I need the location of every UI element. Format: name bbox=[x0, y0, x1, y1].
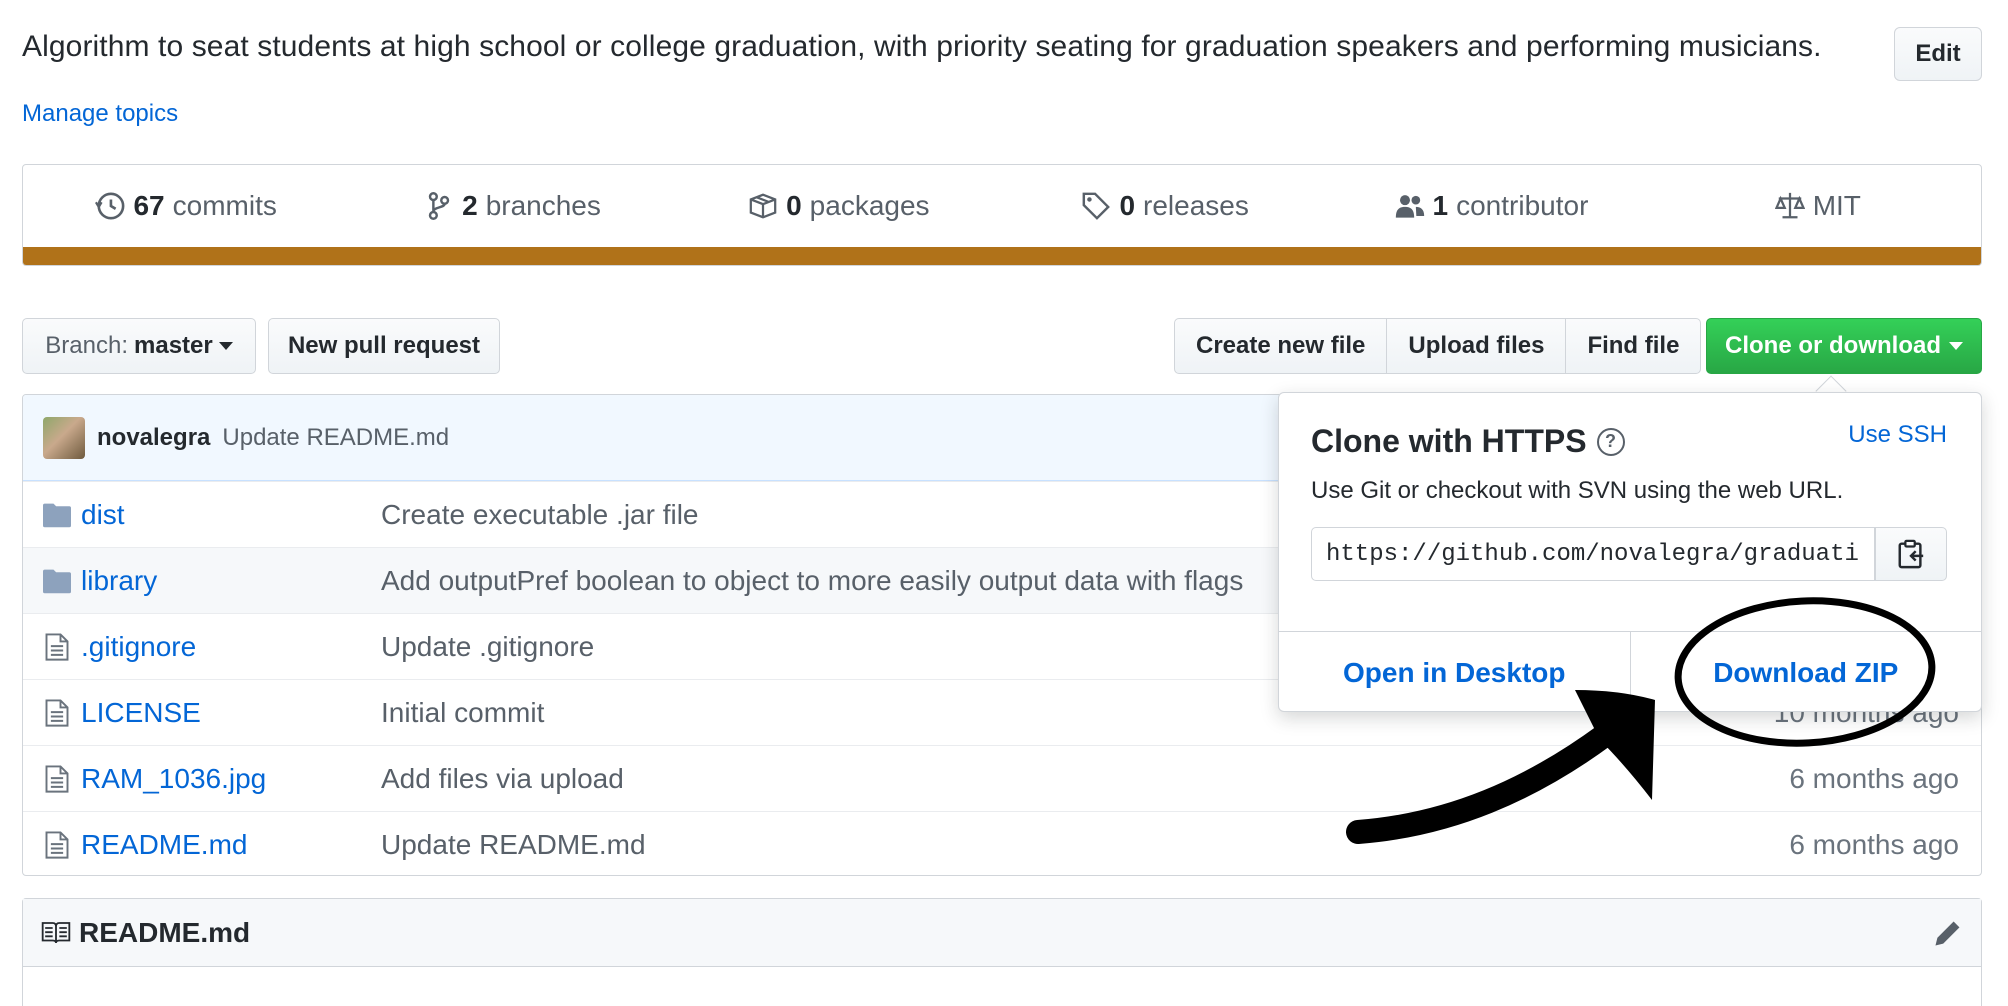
clone-or-download-button[interactable]: Clone or download bbox=[1706, 318, 1982, 374]
edit-description-button[interactable]: Edit bbox=[1894, 27, 1982, 81]
clone-subtitle: Use Git or checkout with SVN using the w… bbox=[1311, 477, 1844, 504]
releases-label: releases bbox=[1143, 190, 1249, 221]
avatar[interactable] bbox=[43, 416, 85, 459]
history-icon bbox=[95, 192, 125, 220]
branch-name: master bbox=[134, 332, 213, 359]
folder-icon bbox=[43, 503, 71, 527]
file-age: 6 months ago bbox=[1789, 828, 1959, 860]
branch-prefix: Branch: bbox=[45, 332, 128, 359]
file-name[interactable]: .gitignore bbox=[81, 631, 381, 663]
file-row: README.md Update README.md 6 months ago bbox=[23, 811, 1981, 875]
packages-label: packages bbox=[809, 190, 930, 221]
book-icon bbox=[41, 921, 71, 943]
file-name[interactable]: dist bbox=[81, 499, 381, 531]
clipboard-icon bbox=[1898, 539, 1924, 569]
tag-icon bbox=[1083, 192, 1111, 220]
file-icon bbox=[45, 830, 69, 859]
commits-stat[interactable]: 67 commits bbox=[23, 190, 349, 222]
readme-panel: README.md bbox=[22, 898, 1982, 1006]
file-row: RAM_1036.jpg Add files via upload 6 mont… bbox=[23, 745, 1981, 811]
contributors-count: 1 bbox=[1432, 190, 1449, 221]
repo-stats-bar: 67 commits 2 branches 0 packages 0 relea… bbox=[22, 164, 1982, 266]
releases-count: 0 bbox=[1119, 190, 1136, 221]
contributors-stat[interactable]: 1 contributor bbox=[1328, 190, 1654, 222]
file-commit-message[interactable]: Update README.md bbox=[381, 829, 1789, 861]
license-stat[interactable]: MIT bbox=[1655, 190, 1981, 222]
readme-title: README.md bbox=[79, 916, 251, 948]
file-actions-group: Create new file Upload files Find file bbox=[1174, 318, 1702, 374]
upload-files-button[interactable]: Upload files bbox=[1387, 318, 1567, 374]
readme-header: README.md bbox=[23, 899, 1981, 967]
file-name[interactable]: RAM_1036.jpg bbox=[81, 763, 381, 795]
create-new-file-button[interactable]: Create new file bbox=[1174, 318, 1388, 374]
branch-select-button[interactable]: Branch: master bbox=[22, 318, 256, 374]
file-icon bbox=[45, 632, 69, 661]
clone-or-download-label: Clone or download bbox=[1725, 332, 1941, 359]
commit-author[interactable]: novalegra bbox=[97, 424, 210, 452]
file-name[interactable]: LICENSE bbox=[81, 697, 381, 729]
question-icon[interactable]: ? bbox=[1596, 427, 1625, 456]
packages-count: 0 bbox=[786, 190, 802, 221]
folder-icon bbox=[43, 569, 71, 593]
license-label: MIT bbox=[1812, 190, 1861, 221]
file-icon bbox=[45, 764, 69, 793]
clone-url-input[interactable]: https://github.com/novalegra/graduati bbox=[1311, 527, 1875, 581]
repo-description: Algorithm to seat students at high schoo… bbox=[22, 30, 1822, 63]
download-zip-button[interactable]: Download ZIP bbox=[1629, 632, 1982, 713]
caret-down-icon bbox=[1949, 342, 1963, 350]
manage-topics-link[interactable]: Manage topics bbox=[22, 100, 178, 128]
package-icon bbox=[749, 193, 777, 219]
clone-title: Clone with HTTPS ? bbox=[1311, 423, 1625, 460]
clone-popover: Clone with HTTPS ? Use SSH Use Git or ch… bbox=[1278, 392, 1982, 713]
law-icon bbox=[1774, 192, 1805, 219]
commit-message[interactable]: Update README.md bbox=[222, 424, 449, 452]
contributors-label: contributor bbox=[1456, 190, 1589, 221]
language-bar[interactable] bbox=[23, 247, 1981, 265]
commits-label: commits bbox=[172, 190, 277, 221]
branches-stat[interactable]: 2 branches bbox=[349, 190, 675, 222]
clone-title-text: Clone with HTTPS bbox=[1311, 423, 1587, 459]
use-ssh-link[interactable]: Use SSH bbox=[1848, 421, 1947, 449]
copy-to-clipboard-button[interactable] bbox=[1875, 527, 1947, 581]
file-name[interactable]: README.md bbox=[81, 829, 381, 861]
file-icon bbox=[45, 698, 69, 727]
find-file-button[interactable]: Find file bbox=[1566, 318, 1702, 374]
file-commit-message[interactable]: Add files via upload bbox=[381, 763, 1789, 795]
pencil-icon[interactable] bbox=[1933, 918, 1963, 948]
clone-actions: Open in Desktop Download ZIP bbox=[1279, 631, 1981, 713]
open-in-desktop-button[interactable]: Open in Desktop bbox=[1279, 632, 1630, 713]
branch-icon bbox=[428, 192, 450, 220]
commits-count: 67 bbox=[133, 190, 165, 221]
caret-down-icon bbox=[218, 342, 233, 350]
releases-stat[interactable]: 0 releases bbox=[1002, 190, 1328, 222]
branches-label: branches bbox=[485, 190, 601, 221]
branches-count: 2 bbox=[462, 190, 478, 221]
packages-stat[interactable]: 0 packages bbox=[676, 190, 1002, 222]
people-icon bbox=[1395, 195, 1424, 218]
file-age: 6 months ago bbox=[1789, 762, 1959, 794]
file-name[interactable]: library bbox=[81, 565, 381, 597]
new-pull-request-button[interactable]: New pull request bbox=[268, 318, 500, 374]
